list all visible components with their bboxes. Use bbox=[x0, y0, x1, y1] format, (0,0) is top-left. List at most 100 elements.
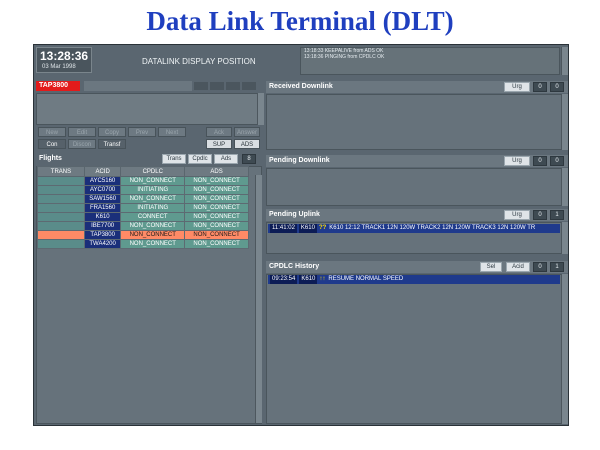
ack-button[interactable]: Ack bbox=[206, 127, 232, 137]
flight-trans bbox=[37, 176, 85, 186]
flight-row-selected[interactable]: TAP3800 NON_CONNECT NON_CONNECT bbox=[37, 230, 249, 240]
col-ads[interactable]: ADS bbox=[184, 166, 249, 177]
received-count-a: 0 bbox=[533, 82, 547, 92]
flight-row[interactable]: AYC0700 INITIATING NON_CONNECT bbox=[37, 185, 249, 195]
copy-button[interactable]: Copy bbox=[98, 127, 126, 137]
flight-cpdlc: INITIATING bbox=[120, 185, 186, 195]
flight-ads: NON_CONNECT bbox=[184, 194, 249, 204]
answer-button[interactable]: Answer bbox=[234, 127, 260, 137]
received-scrollbar[interactable] bbox=[561, 94, 568, 150]
pending-down-urg-button[interactable]: Urg bbox=[504, 156, 530, 166]
tag-box[interactable] bbox=[226, 82, 240, 90]
uplink-acid: K610 bbox=[298, 224, 317, 233]
history-scrollbar[interactable] bbox=[561, 274, 568, 424]
received-urg-button[interactable]: Urg bbox=[504, 82, 530, 92]
flight-row[interactable]: FRA1560 INITIATING NON_CONNECT bbox=[37, 203, 249, 213]
flight-acid: IBE7700 bbox=[83, 221, 122, 231]
slide-title: Data Link Terminal (DLT) bbox=[146, 6, 454, 36]
flight-cpdlc: INITIATING bbox=[120, 203, 186, 213]
flight-acid: AYC0700 bbox=[83, 185, 122, 195]
uplink-flag-icon: ?? bbox=[318, 225, 327, 231]
con-button[interactable]: Con bbox=[38, 139, 66, 149]
trans-filter-button[interactable]: Trans bbox=[162, 154, 186, 164]
uplink-message: K610 12:12 TRACK1 12N 120W TRACK2 12N 12… bbox=[329, 225, 536, 231]
history-count-a: 0 bbox=[533, 262, 547, 272]
history-sel-button[interactable]: Sel bbox=[480, 262, 502, 272]
received-downlink-title: Received Downlink bbox=[269, 83, 333, 90]
pending-up-scrollbar[interactable] bbox=[561, 222, 568, 254]
pending-uplink-title: Pending Uplink bbox=[269, 211, 320, 218]
history-row[interactable]: 09:23:54 K610 ↑↑ RESUME NORMAL SPEED bbox=[268, 275, 560, 284]
log-scrollbar[interactable] bbox=[561, 47, 568, 75]
col-cpdlc[interactable]: CPDLC bbox=[120, 166, 186, 177]
pending-down-count-b: 0 bbox=[550, 156, 564, 166]
discon-button[interactable]: Discon bbox=[68, 139, 96, 149]
flight-trans bbox=[37, 239, 85, 249]
history-message: RESUME NORMAL SPEED bbox=[328, 276, 404, 282]
history-acid: K610 bbox=[299, 275, 318, 284]
new-button[interactable]: New bbox=[38, 127, 66, 137]
pending-down-count-a: 0 bbox=[533, 156, 547, 166]
received-downlink-list bbox=[266, 94, 568, 150]
pending-up-count-a: 0 bbox=[533, 210, 547, 220]
tag-bar bbox=[84, 81, 192, 91]
flight-cpdlc: NON_CONNECT bbox=[120, 239, 186, 249]
pending-up-urg-button[interactable]: Urg bbox=[504, 210, 530, 220]
flight-cpdlc: NON_CONNECT bbox=[120, 221, 186, 231]
tag-box[interactable] bbox=[242, 82, 256, 90]
flights-count: 8 bbox=[242, 154, 256, 164]
col-acid[interactable]: ACID bbox=[83, 166, 122, 177]
flights-table: TRANS ACID CPDLC ADS AYC5160 NON_CONNECT… bbox=[37, 166, 249, 249]
next-button[interactable]: Next bbox=[158, 127, 186, 137]
top-bar: 13:28:36 03 Mar 1998 DATALINK DISPLAY PO… bbox=[34, 45, 568, 77]
flight-cpdlc: NON_CONNECT bbox=[120, 194, 186, 204]
display-title: DATALINK DISPLAY POSITION bbox=[142, 57, 256, 66]
flight-cpdlc: NON_CONNECT bbox=[120, 230, 186, 240]
uplink-time: 11:41:02 bbox=[270, 224, 297, 233]
pending-uplink-row[interactable]: 11:41:02 K610?? K610 12:12 TRACK1 12N 120W… bbox=[268, 224, 560, 233]
flight-ads: NON_CONNECT bbox=[184, 176, 249, 186]
flight-trans bbox=[37, 194, 85, 204]
history-count-b: 1 bbox=[550, 262, 564, 272]
flight-row[interactable]: TWA4200 NON_CONNECT NON_CONNECT bbox=[37, 239, 249, 249]
history-acid-button[interactable]: Acid bbox=[506, 262, 530, 272]
flight-acid: K610 bbox=[83, 212, 122, 222]
flight-ads: NON_CONNECT bbox=[184, 203, 249, 213]
ads-filter-button[interactable]: Ads bbox=[214, 154, 238, 164]
flight-cpdlc: NON_CONNECT bbox=[120, 176, 186, 186]
prev-button[interactable]: Prev bbox=[128, 127, 156, 137]
pending-downlink-title: Pending Downlink bbox=[269, 157, 330, 164]
flight-row[interactable]: AYC5160 NON_CONNECT NON_CONNECT bbox=[37, 176, 249, 186]
tag-box[interactable] bbox=[194, 82, 208, 90]
tag-box[interactable] bbox=[210, 82, 224, 90]
ads-button[interactable]: ADS bbox=[234, 139, 260, 149]
edit-button[interactable]: Edit bbox=[68, 127, 96, 137]
compose-area[interactable] bbox=[36, 93, 258, 125]
cpdlc-history-list bbox=[266, 274, 568, 424]
flight-ads: NON_CONNECT bbox=[184, 185, 249, 195]
flight-ads: NON_CONNECT bbox=[184, 230, 249, 240]
flight-acid: TWA4200 bbox=[83, 239, 122, 249]
cpdlc-filter-button[interactable]: Cpdlc bbox=[188, 154, 212, 164]
flight-cpdlc: CONNECT bbox=[120, 212, 186, 222]
flight-acid: FRA1560 bbox=[83, 203, 122, 213]
clock-date: 03 Mar 1998 bbox=[42, 64, 76, 70]
compose-scrollbar[interactable] bbox=[257, 93, 264, 125]
flight-trans bbox=[37, 230, 85, 240]
flight-trans bbox=[37, 221, 85, 231]
transf-button[interactable]: Transf bbox=[98, 139, 126, 149]
flight-row[interactable]: K610 CONNECT NON_CONNECT bbox=[37, 212, 249, 222]
flights-title: Flights bbox=[39, 155, 62, 162]
flight-row[interactable]: SAW1560 NON_CONNECT NON_CONNECT bbox=[37, 194, 249, 204]
flight-ads: NON_CONNECT bbox=[184, 221, 249, 231]
flights-scrollbar[interactable] bbox=[255, 175, 262, 423]
pending-down-scrollbar[interactable] bbox=[561, 168, 568, 206]
sup-button[interactable]: SUP bbox=[206, 139, 232, 149]
col-trans[interactable]: TRANS bbox=[37, 166, 85, 177]
pending-up-count-b: 1 bbox=[550, 210, 564, 220]
flight-row[interactable]: IBE7700 NON_CONNECT NON_CONNECT bbox=[37, 221, 249, 231]
received-count-b: 0 bbox=[550, 82, 564, 92]
dlt-screen: 13:28:36 03 Mar 1998 DATALINK DISPLAY PO… bbox=[33, 44, 569, 426]
cpdlc-history-title: CPDLC History bbox=[269, 263, 320, 270]
history-time: 09:23:54 bbox=[270, 275, 298, 284]
